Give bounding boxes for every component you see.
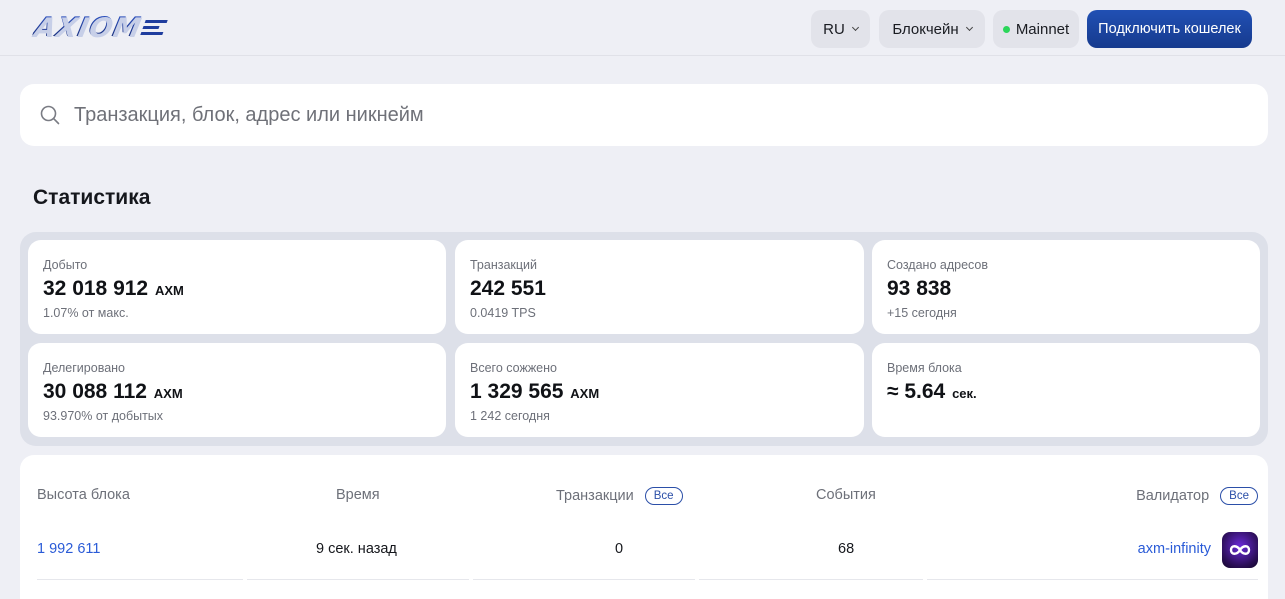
stat-label: Всего сожжено bbox=[470, 361, 557, 375]
connect-wallet-button[interactable]: Подключить кошелек bbox=[1087, 10, 1252, 48]
stat-subtext: 1.07% от макс. bbox=[43, 306, 129, 320]
row-divider bbox=[699, 579, 923, 580]
stat-value: 93 838 bbox=[887, 277, 952, 300]
block-transactions: 0 bbox=[615, 541, 624, 557]
statistics-panel: Добыто 32 018 912 AXM 1.07% от макс. Тра… bbox=[20, 232, 1268, 446]
blocks-table: Высота блока Время Транзакции Все Событи… bbox=[20, 455, 1268, 599]
stat-label: Делегировано bbox=[43, 361, 126, 375]
stat-subtext: 1 242 сегодня bbox=[470, 409, 550, 423]
column-header-validator: Валидатор Все bbox=[1136, 487, 1258, 505]
stat-value: 242 551 bbox=[470, 277, 546, 300]
row-divider bbox=[247, 579, 469, 580]
search-input[interactable] bbox=[74, 98, 1244, 132]
column-header-transactions: Транзакции Все bbox=[556, 487, 683, 505]
column-header-height: Высота блока bbox=[37, 487, 130, 503]
stat-value: 1 329 565 AXM bbox=[470, 380, 600, 403]
logo-text: AXIOM bbox=[30, 11, 144, 43]
stat-card-transactions: Транзакций 242 551 0.0419 TPS bbox=[455, 240, 864, 334]
network-label: Mainnet bbox=[1015, 20, 1070, 38]
block-events: 68 bbox=[838, 541, 855, 557]
language-label: RU bbox=[823, 20, 845, 38]
logo-e-bars bbox=[139, 19, 168, 35]
network-selector[interactable]: Mainnet bbox=[993, 10, 1079, 48]
stat-value: ≈ 5.64 сек. bbox=[887, 380, 977, 403]
all-transactions-button[interactable]: Все bbox=[644, 487, 683, 505]
stat-label: Время блока bbox=[887, 361, 962, 375]
column-header-time: Время bbox=[336, 487, 380, 503]
row-divider bbox=[37, 579, 243, 580]
column-header-events: События bbox=[816, 487, 876, 503]
stat-label: Добыто bbox=[43, 258, 88, 272]
blockchain-menu-label: Блокчейн bbox=[892, 20, 959, 38]
blockchain-menu[interactable]: Блокчейн bbox=[879, 10, 985, 48]
language-selector[interactable]: RU bbox=[811, 10, 870, 48]
search-bar bbox=[20, 84, 1268, 146]
row-divider bbox=[473, 579, 695, 580]
stat-card-addresses: Создано адресов 93 838 +15 сегодня bbox=[872, 240, 1260, 334]
chevron-down-icon bbox=[965, 23, 973, 32]
search-icon bbox=[40, 105, 60, 125]
stat-value: 32 018 912 AXM bbox=[43, 277, 184, 300]
chevron-down-icon bbox=[851, 23, 859, 32]
validator-avatar[interactable] bbox=[1222, 532, 1258, 568]
top-header: AXIOM RU Блокчейн Mainnet Подключить кош… bbox=[0, 0, 1285, 56]
all-validators-button[interactable]: Все bbox=[1220, 487, 1258, 505]
validator-link[interactable]: axm-infinity bbox=[1138, 541, 1211, 557]
network-status-dot-icon bbox=[1002, 25, 1010, 33]
axiome-logo[interactable]: AXIOM bbox=[30, 9, 214, 45]
row-divider bbox=[927, 579, 1258, 580]
infinity-icon bbox=[1229, 545, 1251, 555]
stat-subtext: +15 сегодня bbox=[887, 306, 957, 320]
stat-card-delegated: Делегировано 30 088 112 AXM 93.970% от д… bbox=[28, 343, 446, 437]
stat-card-block-time: Время блока ≈ 5.64 сек. bbox=[872, 343, 1260, 437]
stat-subtext: 93.970% от добытых bbox=[43, 409, 164, 423]
block-height-link[interactable]: 1 992 611 bbox=[37, 541, 100, 557]
stat-card-burned: Всего сожжено 1 329 565 AXM 1 242 сегодн… bbox=[455, 343, 864, 437]
block-time: 9 сек. назад bbox=[316, 541, 397, 557]
stat-label: Создано адресов bbox=[887, 258, 989, 272]
stat-subtext: 0.0419 TPS bbox=[470, 306, 536, 320]
stat-value: 30 088 112 AXM bbox=[43, 380, 183, 403]
stat-label: Транзакций bbox=[470, 258, 538, 272]
stat-card-mined: Добыто 32 018 912 AXM 1.07% от макс. bbox=[28, 240, 446, 334]
statistics-title: Статистика bbox=[33, 186, 151, 209]
